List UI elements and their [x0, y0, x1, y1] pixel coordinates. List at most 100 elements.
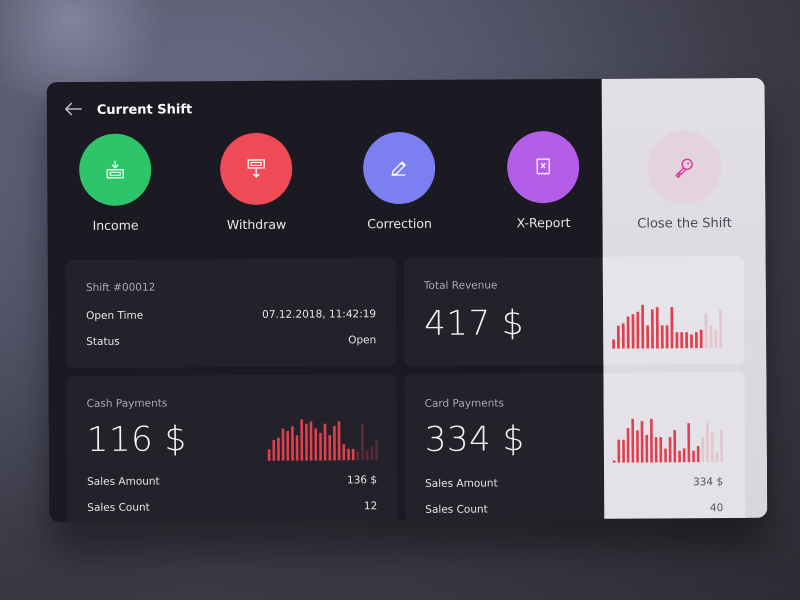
- cash-sales-count-value: 12: [363, 500, 378, 513]
- cash-chart: [267, 414, 379, 461]
- faded-bar-19: [701, 436, 705, 463]
- shift-info-card: Shift #00012 Open Time 07.12.2018, 11:42…: [65, 258, 397, 369]
- bar-12: [670, 306, 674, 349]
- bar-5: [636, 311, 640, 349]
- card-payments-amount: 334 $: [424, 419, 525, 460]
- correction-button[interactable]: Correction: [339, 131, 460, 232]
- faded-bar-21: [714, 329, 718, 349]
- close-shift-label: Close the Shift: [637, 216, 732, 232]
- card-sales-amount-label: Sales Amount: [425, 477, 498, 490]
- x-report-circle: [506, 130, 580, 204]
- header: Current Shift: [64, 99, 193, 121]
- bar-13: [673, 430, 677, 463]
- bar-16: [687, 423, 691, 463]
- bar-7: [646, 325, 650, 349]
- cash-payments-title: Cash Payments: [86, 397, 168, 410]
- status-label: Status: [86, 335, 120, 348]
- faded-bar-23: [720, 429, 723, 463]
- bar-3: [626, 428, 630, 463]
- page-title: Current Shift: [96, 102, 193, 118]
- bar-2: [622, 439, 625, 463]
- bar-6: [640, 421, 644, 463]
- bar-13: [328, 435, 332, 461]
- bar-11: [664, 448, 667, 463]
- card-sales-amount-value-row: 334 $: [604, 476, 723, 489]
- bar-14: [333, 425, 336, 461]
- bar-3: [281, 428, 285, 461]
- total-revenue-amount: 417 $: [424, 303, 525, 344]
- faded-bar-23: [375, 439, 378, 461]
- bar-11: [319, 432, 322, 461]
- bar-16: [342, 444, 346, 461]
- cash-sales-amount-row: Sales Amount 136 $: [87, 474, 377, 488]
- faded-bar-19: [704, 313, 708, 349]
- bar-4: [631, 314, 635, 349]
- faded-bar-22: [715, 452, 719, 463]
- income-icon: [106, 160, 124, 179]
- card-chart: [612, 416, 724, 463]
- faded-bar-22: [719, 308, 723, 349]
- faded-bar-19: [356, 451, 360, 461]
- bar-17: [347, 448, 350, 461]
- bar-1: [616, 325, 620, 349]
- total-revenue-title: Total Revenue: [423, 279, 498, 292]
- revenue-chart: [611, 302, 723, 349]
- correction-label: Correction: [367, 215, 432, 232]
- bar-8: [305, 423, 308, 461]
- cash-sales-count-label: Sales Count: [87, 501, 150, 514]
- bar-9: [309, 421, 313, 461]
- bar-1: [272, 440, 276, 461]
- bar-5: [291, 426, 294, 461]
- bar-17: [695, 332, 698, 349]
- cash-sales-count-row: Sales Count 12: [87, 500, 377, 514]
- faded-bar-20: [706, 423, 709, 463]
- bar-13: [675, 332, 679, 349]
- withdraw-button[interactable]: Withdraw: [196, 132, 317, 233]
- status-value: Open: [348, 334, 377, 347]
- close-shift-button[interactable]: Close the Shift: [624, 130, 745, 232]
- bar-6: [641, 304, 645, 349]
- x-report-button[interactable]: X-Report: [483, 130, 604, 231]
- bar-15: [682, 448, 686, 463]
- bar-16: [690, 334, 693, 349]
- revenue-chart-panel: [602, 255, 745, 365]
- card-sales-count-label: Sales Count: [425, 503, 488, 516]
- bar-10: [314, 428, 318, 461]
- card-sales-count-value-row: 40: [604, 502, 723, 515]
- close-shift-panel: Close the Shift 334 $ 40: [601, 77, 768, 523]
- bar-8: [650, 418, 653, 463]
- bar-3: [626, 316, 630, 349]
- withdraw-label: Withdraw: [226, 216, 287, 233]
- faded-bar-22: [370, 446, 374, 461]
- cash-sales-amount-label: Sales Amount: [87, 475, 160, 488]
- card-payments-title: Card Payments: [424, 397, 505, 410]
- bar-6: [295, 435, 299, 461]
- withdraw-circle: [219, 132, 293, 206]
- faded-bar-21: [365, 451, 369, 461]
- bar-15: [685, 332, 689, 349]
- key-icon: [675, 158, 693, 179]
- x-report-label: X-Report: [516, 215, 571, 231]
- income-button[interactable]: Income: [55, 133, 176, 233]
- report-icon: [536, 158, 550, 175]
- bar-9: [655, 307, 659, 349]
- bar-7: [300, 419, 304, 461]
- card-sales-count-value: 40: [709, 502, 724, 515]
- back-button[interactable]: [64, 100, 95, 121]
- bar-9: [654, 437, 658, 463]
- open-time-row: Open Time 07.12.2018, 11:42:19: [86, 308, 376, 322]
- bar-2: [277, 437, 280, 461]
- bar-11: [665, 325, 669, 349]
- faded-bar-20: [361, 423, 364, 461]
- bar-10: [659, 437, 663, 463]
- pos-screen: Current Shift Income Withdraw Correction…: [46, 77, 768, 523]
- open-time-label: Open Time: [86, 309, 144, 322]
- shift-number: Shift #00012: [85, 281, 156, 294]
- withdraw-icon: [247, 159, 265, 178]
- bar-8: [650, 309, 654, 349]
- income-label: Income: [92, 217, 139, 233]
- bar-12: [323, 423, 327, 461]
- bar-14: [680, 332, 684, 349]
- bar-7: [645, 434, 649, 463]
- bar-4: [286, 430, 290, 461]
